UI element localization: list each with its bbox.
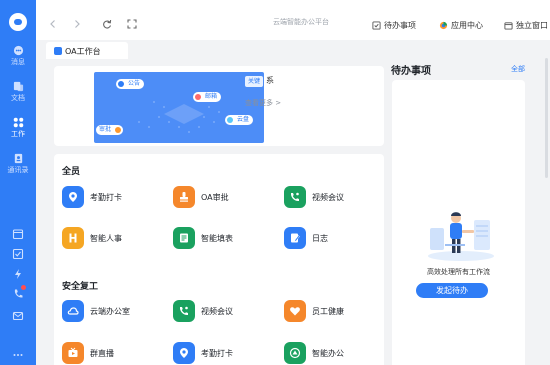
todo-panel-title: 待办事项: [391, 66, 431, 77]
app-oa-approval[interactable]: OA审批: [173, 186, 283, 208]
chip-mailbox: 邮箱: [193, 92, 222, 102]
tab-oa-workbench[interactable]: OA工作台: [46, 42, 128, 59]
app-name: 考勤打卡: [90, 193, 122, 202]
app-employee-health[interactable]: 员工健康: [284, 300, 394, 322]
app-center-icon: [439, 21, 448, 30]
form-icon: [173, 227, 195, 249]
fullscreen-icon[interactable]: [127, 19, 137, 29]
rail-item-contacts[interactable]: 通讯录: [0, 153, 36, 174]
app-center-label: 应用中心: [451, 21, 483, 30]
mailbox-icon: [195, 94, 201, 100]
rail-item-work[interactable]: 工作: [0, 117, 36, 138]
contacts-icon: [14, 153, 22, 164]
back-icon[interactable]: [48, 19, 58, 29]
document-icon: [13, 81, 23, 92]
app-logo-icon[interactable]: [9, 13, 27, 31]
calendar-icon[interactable]: [12, 228, 24, 240]
location-icon: [62, 186, 84, 208]
chip-label: 公告: [128, 80, 141, 87]
window-icon: [504, 22, 513, 30]
refresh-icon[interactable]: [102, 19, 112, 29]
app-name: 智能人事: [90, 234, 122, 243]
cloud-office-icon: [62, 300, 84, 322]
rail-item-label: 工作: [11, 130, 25, 138]
top-bar: 云端智能办公平台 待办事项 应用中心 独立窗口: [36, 0, 550, 40]
app-cloud-office[interactable]: 云端办公室: [62, 300, 172, 322]
app-name: 视频会议: [201, 307, 233, 316]
forward-icon[interactable]: [72, 19, 82, 29]
chip-announcement: 公告: [116, 79, 145, 89]
app-smart-form[interactable]: 智能填表: [173, 227, 283, 249]
app-name: 智能办公: [312, 349, 344, 358]
create-todo-button[interactable]: 发起待办: [416, 283, 488, 298]
app-group-live[interactable]: 群直播: [62, 342, 172, 364]
todo-empty-illustration: [428, 212, 494, 261]
app-name: 视频会议: [312, 193, 344, 202]
standalone-window-button[interactable]: 独立窗口: [504, 21, 548, 31]
smart-office-icon: [284, 342, 306, 364]
workbench-icon: [54, 47, 62, 55]
chip-cloud-drive: 云盘: [225, 115, 254, 125]
app-name: 员工健康: [312, 307, 344, 316]
notice-tag: 关键: [245, 76, 264, 87]
message-icon: [13, 45, 23, 56]
heart-icon: [284, 300, 306, 322]
banner-card: 公告 邮箱 云盘 审批: [54, 66, 384, 146]
more-icon[interactable]: [12, 349, 24, 361]
app-name: 考勤打卡: [201, 349, 233, 358]
rail-item-label: 消息: [11, 58, 25, 66]
lightning-icon[interactable]: [12, 268, 24, 280]
app-smart-office[interactable]: 智能办公: [284, 342, 394, 364]
approval-icon: [115, 127, 122, 133]
section-title: 全员: [62, 167, 81, 177]
todo-all-link[interactable]: 全部: [511, 64, 525, 74]
cloud-drive-icon: [227, 117, 233, 123]
app-attendance[interactable]: 考勤打卡: [62, 186, 172, 208]
announcement-icon: [118, 81, 124, 87]
chip-label: 云盘: [237, 116, 250, 123]
todo-empty-text: 高效处理所有工作流: [427, 268, 490, 276]
scrollbar[interactable]: [545, 58, 548, 178]
tab-strip: OA工作台: [36, 40, 550, 60]
rail-item-label: 通讯录: [7, 166, 29, 174]
app-name: OA审批: [201, 193, 229, 202]
mail-icon[interactable]: [12, 310, 24, 322]
banner-illustration[interactable]: 公告 邮箱 云盘 审批: [94, 72, 264, 143]
chip-approval: 审批: [96, 125, 124, 135]
chip-label: 审批: [99, 126, 112, 133]
app-attendance-2[interactable]: 考勤打卡: [173, 342, 283, 364]
work-grid-icon: [13, 117, 23, 128]
standalone-window-label: 独立窗口: [516, 21, 548, 30]
left-rail: 消息 文档 工作 通讯录: [0, 0, 36, 365]
notice-text[interactable]: 系: [266, 75, 274, 86]
live-icon: [62, 342, 84, 364]
todo-button-label: 待办事项: [384, 21, 416, 30]
section-title: 安全复工: [62, 282, 99, 292]
app-smart-hr[interactable]: 智能人事: [62, 227, 172, 249]
rail-item-messages[interactable]: 消息: [0, 45, 36, 66]
app-name: 群直播: [90, 349, 114, 358]
rail-item-label: 文档: [11, 94, 25, 102]
video-call-icon: [284, 186, 306, 208]
check-icon[interactable]: [12, 248, 24, 260]
stamp-icon: [173, 186, 195, 208]
log-icon: [284, 227, 306, 249]
app-name: 日志: [312, 234, 328, 243]
view-more-link[interactable]: 查看更多 >: [245, 98, 281, 108]
rail-item-documents[interactable]: 文档: [0, 81, 36, 102]
video-call-icon: [173, 300, 195, 322]
app-name: 智能填表: [201, 234, 233, 243]
app-video-meeting[interactable]: 视频会议: [284, 186, 394, 208]
location-icon: [173, 342, 195, 364]
app-name: 云端办公室: [90, 307, 130, 316]
hr-icon: [62, 227, 84, 249]
app-log[interactable]: 日志: [284, 227, 394, 249]
app-video-meeting-2[interactable]: 视频会议: [173, 300, 283, 322]
notification-badge: [21, 285, 26, 290]
app-center-button[interactable]: 应用中心: [439, 21, 483, 31]
tab-label: OA工作台: [65, 47, 101, 56]
todo-button[interactable]: 待办事项: [372, 21, 416, 31]
todo-icon: [372, 21, 381, 30]
chip-label: 邮箱: [205, 93, 218, 100]
